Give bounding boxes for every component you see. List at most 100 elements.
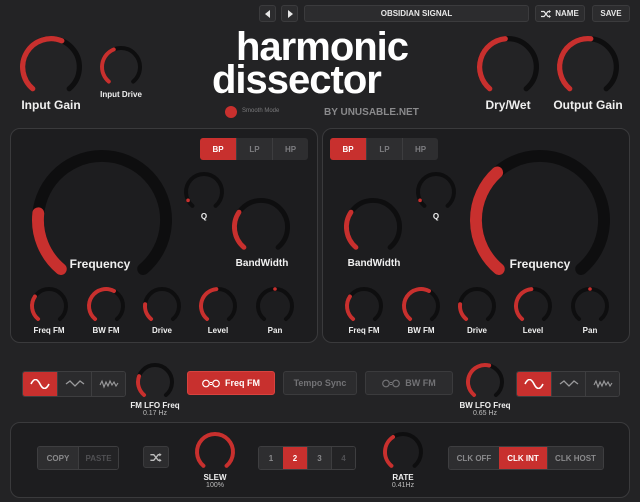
knob-arc xyxy=(143,287,181,322)
random-wave-button-bw[interactable] xyxy=(585,372,619,396)
clk-off-button[interactable]: CLK OFF xyxy=(449,447,499,469)
slew-label: SLEW xyxy=(203,473,227,482)
knob-arc xyxy=(557,36,619,92)
rate-label: RATE xyxy=(392,473,414,482)
bw-lfo-waveform-selector xyxy=(516,371,620,397)
paste-button[interactable]: PASTE xyxy=(78,447,118,469)
bandwidth-knob-left[interactable] xyxy=(232,198,290,256)
bw-fm-button[interactable]: BW FM xyxy=(365,371,453,395)
randomize-button[interactable] xyxy=(143,446,169,468)
sine-wave-icon xyxy=(30,379,50,389)
q-label-right: Q xyxy=(432,212,440,221)
copy-button[interactable]: COPY xyxy=(38,447,78,469)
drive-knob-right[interactable] xyxy=(458,287,496,325)
fm-lfo-freq-value: 0.17 Hz xyxy=(142,410,168,417)
fm-lfo-freq-knob[interactable] xyxy=(136,363,174,401)
mode-hp-right[interactable]: HP xyxy=(402,138,438,160)
input-drive-label: Input Drive xyxy=(100,90,142,99)
knob-arc xyxy=(184,172,224,208)
triangle-wave-button-bw[interactable] xyxy=(551,372,585,396)
q-knob-right[interactable] xyxy=(416,172,456,212)
knob-arc xyxy=(466,363,504,398)
sine-wave-icon xyxy=(524,379,544,389)
prev-preset-button[interactable] xyxy=(259,5,276,22)
level-label-right: Level xyxy=(522,326,544,335)
input-gain-knob[interactable] xyxy=(20,36,82,98)
shuffle-icon xyxy=(150,452,162,462)
drive-knob-left[interactable] xyxy=(143,287,181,325)
triangle-wave-icon xyxy=(65,380,84,387)
random-wave-icon xyxy=(593,379,612,389)
knob-arc xyxy=(100,46,142,84)
save-button[interactable]: SAVE xyxy=(592,5,630,22)
freq-fm-button[interactable]: Freq FM xyxy=(187,371,275,395)
page-4-button[interactable]: 4 xyxy=(331,447,355,469)
pan-label-left: Pan xyxy=(267,326,283,335)
dry-wet-label: Dry/Wet xyxy=(485,98,531,112)
knob-arc xyxy=(256,287,294,322)
level-label-left: Level xyxy=(207,326,229,335)
mode-lp-left[interactable]: LP xyxy=(236,138,272,160)
slew-value: 100% xyxy=(206,482,224,489)
level-knob-left[interactable] xyxy=(199,287,237,325)
output-gain-knob[interactable] xyxy=(557,36,619,98)
drive-label-left: Drive xyxy=(151,326,172,335)
page-2-button[interactable]: 2 xyxy=(283,447,307,469)
bw-lfo-freq-knob[interactable] xyxy=(466,363,504,401)
freq-fm-knob-left[interactable] xyxy=(30,287,68,325)
knob-arc xyxy=(199,287,237,322)
knob-arc xyxy=(30,287,68,322)
bandwidth-label-right: BandWidth xyxy=(347,258,401,269)
copy-paste-group: COPY PASTE xyxy=(37,446,119,470)
knob-arc xyxy=(571,287,609,322)
tempo-sync-button[interactable]: Tempo Sync xyxy=(283,371,357,395)
dry-wet-knob[interactable] xyxy=(477,36,539,98)
freq-fm-knob-right[interactable] xyxy=(345,287,383,325)
page-selector: 1 2 3 4 xyxy=(258,446,356,470)
freq-fm-label-right: Freq FM xyxy=(348,326,380,335)
pan-knob-right[interactable] xyxy=(571,287,609,325)
sine-wave-button-bw[interactable] xyxy=(517,372,551,396)
mode-hp-left[interactable]: HP xyxy=(272,138,308,160)
modulation-route-icon xyxy=(202,379,220,387)
bw-fm-knob-right[interactable] xyxy=(402,287,440,325)
bw-fm-knob-left[interactable] xyxy=(87,287,125,325)
shuffle-icon xyxy=(541,9,552,18)
triangle-wave-icon xyxy=(559,380,578,387)
bandwidth-knob-right[interactable] xyxy=(344,198,402,256)
knob-arc xyxy=(477,36,539,92)
knob-arc xyxy=(514,287,552,322)
mode-lp-right[interactable]: LP xyxy=(366,138,402,160)
page-1-button[interactable]: 1 xyxy=(259,447,283,469)
mode-bp-right[interactable]: BP xyxy=(330,138,366,160)
bw-lfo-freq-value: 0.65 Hz xyxy=(472,410,498,417)
filter-mode-selector-right: BP LP HP xyxy=(330,138,438,160)
random-wave-button-fm[interactable] xyxy=(91,372,125,396)
preset-name-display[interactable]: OBSIDIAN SIGNAL xyxy=(304,5,529,22)
clk-host-button[interactable]: CLK HOST xyxy=(547,447,603,469)
clk-int-button[interactable]: CLK INT xyxy=(499,447,547,469)
randomize-name-button[interactable]: NAME xyxy=(535,5,585,22)
next-preset-button[interactable] xyxy=(281,5,298,22)
knob-arc xyxy=(232,198,290,250)
input-drive-knob[interactable] xyxy=(100,46,142,88)
mode-bp-left[interactable]: BP xyxy=(200,138,236,160)
fm-lfo-waveform-selector xyxy=(22,371,126,397)
level-knob-right[interactable] xyxy=(514,287,552,325)
brand-byline: BY UNUSABLE.NET xyxy=(324,107,419,118)
sine-wave-button-fm[interactable] xyxy=(23,372,57,396)
page-3-button[interactable]: 3 xyxy=(307,447,331,469)
freq-fm-button-label: Freq FM xyxy=(225,378,260,388)
knob-arc xyxy=(344,198,402,250)
q-knob-left[interactable] xyxy=(184,172,224,212)
slew-knob[interactable] xyxy=(195,432,235,472)
rate-knob[interactable] xyxy=(383,432,423,472)
fm-lfo-freq-label: FM LFO Freq xyxy=(130,401,180,410)
clock-source-selector: CLK OFF CLK INT CLK HOST xyxy=(448,446,604,470)
knob-arc xyxy=(383,432,423,468)
triangle-wave-button-fm[interactable] xyxy=(57,372,91,396)
knob-arc xyxy=(195,432,235,468)
pan-knob-left[interactable] xyxy=(256,287,294,325)
smooth-mode-label: Smooth Mode xyxy=(242,108,280,114)
smooth-mode-toggle[interactable] xyxy=(225,106,237,118)
